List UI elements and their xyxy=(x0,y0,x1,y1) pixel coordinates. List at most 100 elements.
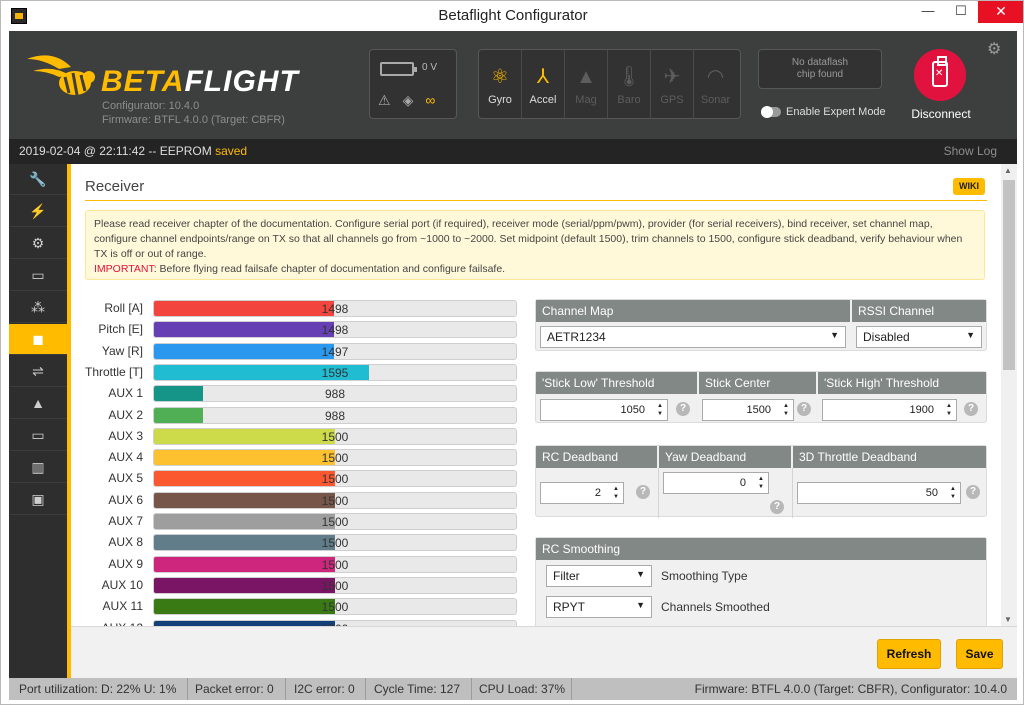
sidebar-item-power[interactable]: ▭ xyxy=(9,260,67,291)
firmware-version: Firmware: BTFL 4.0.0 (Target: CBFR) xyxy=(102,114,285,126)
sidebar-item-receiver[interactable]: ◼ xyxy=(9,324,67,355)
rc-deadband-input[interactable]: 2 ▲ ▼ xyxy=(540,482,624,504)
stepper-icon[interactable]: ▲ ▼ xyxy=(946,402,952,418)
channel-label: AUX 8 xyxy=(108,535,143,550)
stepper-icon[interactable]: ▲ ▼ xyxy=(758,475,764,491)
sensor-gyro: ⚛ Gyro xyxy=(479,50,522,118)
stepper-icon[interactable]: ▲ ▼ xyxy=(657,402,663,418)
sidebar-item-osd[interactable]: ▥ xyxy=(9,452,67,483)
settings-gear-icon[interactable]: ⚙ xyxy=(987,39,1001,59)
rc-smoothing-panel: RC Smoothing Filter ▼ Smoothing Type RPYT… xyxy=(535,537,987,626)
stick-high-header: 'Stick High' Threshold xyxy=(818,372,986,394)
gear-icon: ⚙ xyxy=(31,235,45,251)
help-icon[interactable]: ? xyxy=(797,402,811,416)
channel-meter: 1500 xyxy=(153,576,517,594)
help-icon[interactable]: ? xyxy=(964,402,978,416)
refresh-button[interactable]: Refresh xyxy=(877,639,941,669)
port-utilization: Port utilization: D: 22% U: 1% xyxy=(19,682,177,696)
scrollbar-thumb[interactable] xyxy=(1003,180,1015,370)
maximize-button[interactable]: ☐ xyxy=(946,1,976,23)
channel-row: AUX 10 1500 xyxy=(71,576,521,594)
close-button[interactable]: ✕ xyxy=(978,1,1023,23)
rssi-channel-select[interactable]: Disabled ▼ xyxy=(856,326,982,348)
chevron-down-icon: ▼ xyxy=(636,569,645,579)
channel-value: 1500 xyxy=(321,493,349,508)
help-icon[interactable]: ? xyxy=(636,485,650,499)
sidebar-item-motors[interactable]: ▭ xyxy=(9,420,67,451)
battery-voltage: 0 V xyxy=(422,62,438,73)
accel-icon: ⅄ xyxy=(536,66,550,88)
channel-meter: 1498 xyxy=(153,321,517,339)
channel-label: AUX 2 xyxy=(108,407,143,422)
sidebar-item-failsafe[interactable]: ⁂ xyxy=(9,292,67,323)
disconnect-button[interactable] xyxy=(914,49,966,101)
yaw-deadband-input[interactable]: 0 ▲ ▼ xyxy=(663,472,769,494)
stick-low-header: 'Stick Low' Threshold xyxy=(536,372,697,394)
channel-row: Pitch [E] 1498 xyxy=(71,321,521,339)
channel-meter: 1500 xyxy=(153,513,517,530)
save-button[interactable]: Save xyxy=(956,639,1003,669)
yaw-deadband-header: Yaw Deadband xyxy=(659,446,791,468)
sidebar: 🔧 ⚡ ⚙ ▭ ⁂ ◼ ⇌ ▲ ▭ ▥ ▣ xyxy=(9,164,67,678)
wrench-icon: 🔧 xyxy=(29,171,47,187)
sidebar-item-ports[interactable]: ⚡ xyxy=(9,196,67,227)
channel-label: AUX 6 xyxy=(108,492,143,507)
stepper-icon[interactable]: ▲ ▼ xyxy=(950,485,956,501)
channel-meter: 988 xyxy=(153,406,517,424)
expert-mode-label: Enable Expert Mode xyxy=(786,106,886,118)
modes-icon: ⇌ xyxy=(32,363,44,379)
content-scrollbar[interactable]: ▲ ▼ xyxy=(1001,164,1017,626)
sidebar-item-configuration[interactable]: ⚙ xyxy=(9,228,67,259)
scroll-up-icon[interactable]: ▲ xyxy=(1004,166,1012,175)
failsafe-diamond-icon: ◈ xyxy=(402,92,414,108)
channel-meter: 1497 xyxy=(153,342,517,360)
sidebar-item-setup[interactable]: 🔧 xyxy=(9,164,67,195)
mag-icon: ▲ xyxy=(576,66,596,88)
sidebar-item-modes[interactable]: ⇌ xyxy=(9,356,67,387)
version-info: Configurator: 10.4.0 Firmware: BTFL 4.0.… xyxy=(102,99,285,127)
channel-label: Roll [A] xyxy=(104,301,143,315)
channel-label: AUX 3 xyxy=(108,428,143,443)
stick-center-header: Stick Center xyxy=(699,372,816,394)
window-title: Betaflight Configurator xyxy=(438,7,588,24)
help-icon[interactable]: ? xyxy=(966,485,980,499)
stepper-icon[interactable]: ▲ ▼ xyxy=(783,402,789,418)
cycle-time: Cycle Time: 127 xyxy=(374,682,461,696)
channel-value: 1500 xyxy=(321,536,349,551)
channel-meter: 1500 xyxy=(153,491,517,509)
sidebar-item-adjustments[interactable]: ▲ xyxy=(9,388,67,419)
channel-label: AUX 4 xyxy=(108,450,143,465)
channel-map-select[interactable]: AETR1234 ▼ xyxy=(540,326,846,348)
channel-row: AUX 1 988 xyxy=(71,385,521,403)
toggle-switch[interactable] xyxy=(761,106,781,119)
channel-row: AUX 5 1500 xyxy=(71,470,521,488)
smoothing-type-select[interactable]: Filter ▼ xyxy=(546,565,652,587)
smoothing-type-label: Smoothing Type xyxy=(661,569,748,583)
channel-meter: 1500 xyxy=(153,534,517,552)
channel-label: Throttle [T] xyxy=(84,364,143,379)
usb-icon xyxy=(932,56,948,87)
channel-label: AUX 9 xyxy=(108,556,143,571)
channel-value: 1500 xyxy=(321,451,349,466)
channel-value: 1500 xyxy=(321,429,349,444)
help-icon[interactable]: ? xyxy=(770,500,784,514)
wiki-button[interactable]: WIKI xyxy=(953,178,985,195)
chevron-down-icon: ▼ xyxy=(830,330,839,340)
rc-deadband-header: RC Deadband xyxy=(536,446,657,468)
channel-label: AUX 1 xyxy=(108,386,143,401)
link-icon: ∞ xyxy=(425,92,436,108)
channels-smoothed-select[interactable]: RPYT ▼ xyxy=(546,596,652,618)
help-icon[interactable]: ? xyxy=(676,402,690,416)
disconnect-label[interactable]: Disconnect xyxy=(902,107,980,121)
stepper-icon[interactable]: ▲ ▼ xyxy=(613,485,619,501)
stick-high-input[interactable]: 1900 ▲ ▼ xyxy=(822,399,957,421)
sidebar-item-blackbox[interactable]: ▣ xyxy=(9,484,67,515)
expert-mode-toggle[interactable]: Enable Expert Mode xyxy=(761,106,886,119)
show-log-link[interactable]: Show Log xyxy=(944,144,997,158)
3d-throttle-deadband-input[interactable]: 50 ▲ ▼ xyxy=(797,482,961,504)
minimize-button[interactable]: — xyxy=(913,1,943,23)
stick-center-input[interactable]: 1500 ▲ ▼ xyxy=(702,399,794,421)
stick-low-input[interactable]: 1050 ▲ ▼ xyxy=(540,399,668,421)
channel-meter: 1595 xyxy=(153,363,517,381)
scroll-down-icon[interactable]: ▼ xyxy=(1004,615,1012,624)
